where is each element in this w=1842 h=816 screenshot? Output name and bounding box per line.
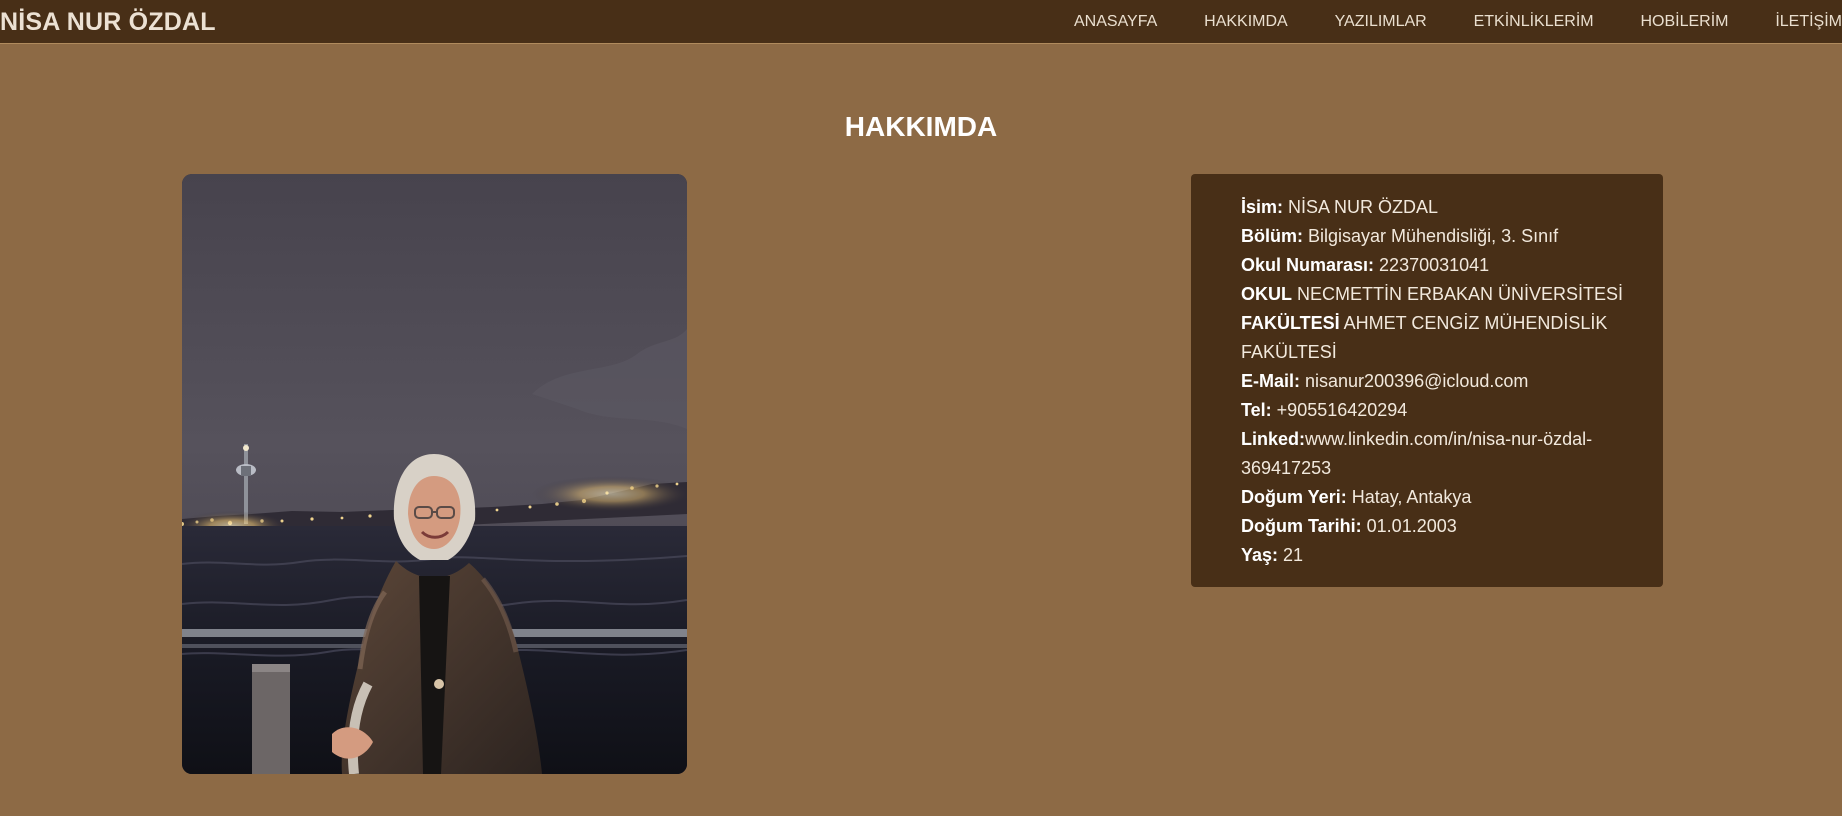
info-student-number-label: Okul Numarası: <box>1241 255 1375 275</box>
info-student-number-value: 22370031041 <box>1374 255 1490 275</box>
info-age-line: Yaş: 21 <box>1241 541 1627 570</box>
nav-link-hakkimda[interactable]: HAKKIMDA <box>1204 12 1288 32</box>
info-school-value: NECMETTİN ERBAKAN ÜNİVERSİTESİ <box>1292 284 1624 304</box>
main-navigation: ANASAYFA HAKKIMDA YAZILIMLAR ETKİNLİKLER… <box>1074 11 1842 33</box>
info-school-line: OKUL NECMETTİN ERBAKAN ÜNİVERSİTESİ <box>1241 280 1627 309</box>
info-school-label: OKUL <box>1241 284 1292 304</box>
info-linkedin-label: Linked: <box>1241 429 1306 449</box>
info-birthdate-label: Doğum Tarihi: <box>1241 516 1362 536</box>
nav-link-hobilerim[interactable]: HOBİLERİM <box>1640 12 1728 32</box>
about-info-card: İsim: NİSA NUR ÖZDAL Bölüm: Bilgisayar M… <box>1191 174 1663 587</box>
nav-link-iletisim[interactable]: İLETİŞİM <box>1775 12 1842 32</box>
profile-photo <box>182 174 687 774</box>
info-name-value: NİSA NUR ÖZDAL <box>1283 197 1439 217</box>
info-age-value: 21 <box>1278 545 1304 565</box>
night-seaside-portrait-image <box>182 174 687 774</box>
info-name-line: İsim: NİSA NUR ÖZDAL <box>1241 193 1627 222</box>
top-navigation-bar: NİSA NUR ÖZDAL ANASAYFA HAKKIMDA YAZILIM… <box>0 0 1842 44</box>
info-student-number-line: Okul Numarası: 22370031041 <box>1241 251 1627 280</box>
info-phone-line: Tel: +905516420294 <box>1241 396 1627 425</box>
info-birthdate-value: 01.01.2003 <box>1361 516 1457 536</box>
info-email-line: E-Mail: nisanur200396@icloud.com <box>1241 367 1627 396</box>
nav-link-etkinliklerim[interactable]: ETKİNLİKLERİM <box>1474 12 1594 32</box>
info-phone-value[interactable]: +905516420294 <box>1272 400 1408 420</box>
info-department-label: Bölüm: <box>1241 226 1303 246</box>
info-birthplace-line: Doğum Yeri: Hatay, Antakya <box>1241 483 1627 512</box>
info-birthplace-label: Doğum Yeri: <box>1241 487 1347 507</box>
info-department-value: Bilgisayar Mühendisliği, 3. Sınıf <box>1303 226 1559 246</box>
info-department-line: Bölüm: Bilgisayar Mühendisliği, 3. Sınıf <box>1241 222 1627 251</box>
nav-link-yazilimlar[interactable]: YAZILIMLAR <box>1335 12 1427 32</box>
info-linkedin-line: Linked:www.linkedin.com/in/nisa-nur-özda… <box>1241 425 1627 483</box>
nav-link-anasayfa[interactable]: ANASAYFA <box>1074 12 1157 32</box>
page-title: HAKKIMDA <box>844 111 998 142</box>
info-faculty-line: FAKÜLTESİ AHMET CENGİZ MÜHENDİSLİK FAKÜL… <box>1241 309 1627 367</box>
info-birthplace-value: Hatay, Antakya <box>1346 487 1472 507</box>
info-faculty-label: FAKÜLTESİ <box>1241 313 1340 333</box>
info-email-label: E-Mail: <box>1241 371 1301 391</box>
info-email-value[interactable]: nisanur200396@icloud.com <box>1300 371 1528 391</box>
info-age-label: Yaş: <box>1241 545 1279 565</box>
info-name-label: İsim: <box>1241 197 1284 217</box>
info-phone-label: Tel: <box>1241 400 1272 420</box>
info-birthdate-line: Doğum Tarihi: 01.01.2003 <box>1241 512 1627 541</box>
site-brand-name[interactable]: NİSA NUR ÖZDAL <box>0 8 216 37</box>
